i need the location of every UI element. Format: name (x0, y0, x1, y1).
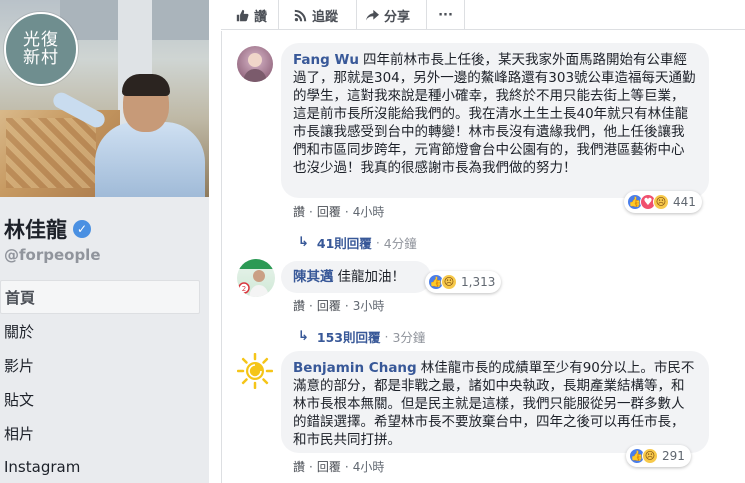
svg-text:2: 2 (242, 285, 246, 293)
view-replies-link[interactable]: ↳ 153則回覆 · 3分鐘 (298, 327, 425, 346)
replies-time: 3分鐘 (392, 330, 426, 345)
comment-time[interactable]: 4小時 (353, 460, 385, 474)
nav-home[interactable]: 首頁 (0, 280, 200, 314)
reaction-summary[interactable]: 👍 ☹ 1,313 (425, 271, 502, 293)
comment-reply-link[interactable]: 回覆 (317, 205, 341, 219)
comment-reply-link[interactable]: 回覆 (317, 299, 341, 313)
page-name-text[interactable]: 林佳龍 (4, 214, 67, 244)
replies-time: 4分鐘 (383, 236, 417, 251)
rss-icon (293, 8, 307, 22)
village-logo: 光復 新村 (4, 12, 78, 86)
comment-author[interactable]: 陳其邁 (293, 269, 334, 285)
like-page-label: 讚 (254, 9, 268, 25)
sad-reaction-icon: ☹ (653, 194, 669, 210)
nav-videos[interactable]: 影片 (0, 348, 200, 382)
nav-photos[interactable]: 相片 (0, 416, 200, 450)
share-arrow-icon (365, 8, 379, 22)
comment-time[interactable]: 4小時 (353, 205, 385, 219)
avatar[interactable] (237, 46, 273, 82)
comment-text: 四年前林市長上任後，某天我家外面馬路開始有公車經過了，那就是304，另外一邊的鰲… (293, 52, 696, 176)
page-sidebar: 光復 新村 林佳龍 ✓ @forpeople 首頁 關於 影片 貼文 相片 In… (0, 0, 209, 483)
nav-instagram[interactable]: Instagram (0, 450, 200, 483)
reply-arrow-icon: ↳ (298, 329, 309, 344)
share-label: 分享 (384, 9, 411, 25)
more-icon: ··· (438, 7, 453, 23)
comment-actions: 讚 · 回覆 · 4小時 (293, 460, 385, 474)
reaction-summary[interactable]: 👍 ♥ ☹ 441 (624, 191, 702, 213)
reaction-count: 1,313 (461, 275, 496, 289)
replies-count: 153則回覆 (316, 330, 381, 345)
comment-text: 佳龍加油！ (337, 269, 406, 285)
sad-reaction-icon: ☹ (441, 274, 457, 290)
thumb-up-icon (235, 8, 249, 22)
comments-section: Fang Wu 四年前林市長上任後，某天我家外面馬路開始有公車經過了，那就是304… (221, 31, 745, 483)
nav-about[interactable]: 關於 (0, 314, 200, 348)
comment-like-link[interactable]: 讚 (293, 299, 305, 313)
comment-author[interactable]: Benjamin Chang (293, 360, 417, 376)
comment-bubble: 陳其邁 佳龍加油！ (281, 261, 431, 293)
facebook-page: 光復 新村 林佳龍 ✓ @forpeople 首頁 關於 影片 貼文 相片 In… (0, 0, 745, 483)
comment-reply-link[interactable]: 回覆 (317, 460, 341, 474)
comment-actions: 讚 · 回覆 · 3小時 (293, 299, 385, 313)
comment-author[interactable]: Fang Wu (293, 52, 359, 68)
verified-badge-icon: ✓ (73, 220, 91, 238)
page-nav: 首頁 關於 影片 貼文 相片 Instagram (0, 280, 200, 483)
page-title[interactable]: 林佳龍 ✓ (4, 214, 91, 244)
reaction-summary[interactable]: 👍 ☹ 291 (626, 445, 691, 467)
reaction-count: 291 (662, 449, 685, 463)
user-avatar-icon: 2 (237, 259, 275, 297)
sad-reaction-icon: ☹ (642, 448, 658, 464)
replies-count: 41則回覆 (316, 236, 372, 251)
page-handle: @forpeople (4, 246, 101, 264)
comment-bubble: Fang Wu 四年前林市長上任後，某天我家外面馬路開始有公車經過了，那就是304… (281, 43, 709, 198)
follow-button[interactable]: 追蹤 (279, 0, 357, 30)
logo-text: 光復 新村 (23, 30, 59, 68)
view-replies-link[interactable]: ↳ 41則回覆 · 4分鐘 (298, 233, 417, 252)
reaction-count: 441 (673, 195, 696, 209)
comment-time[interactable]: 3小時 (353, 299, 385, 313)
avatar[interactable]: 2 (237, 259, 275, 297)
comment-like-link[interactable]: 讚 (293, 205, 305, 219)
nav-posts[interactable]: 貼文 (0, 382, 200, 416)
follow-label: 追蹤 (312, 9, 339, 25)
user-avatar-icon (243, 53, 267, 82)
sun-avatar-icon (237, 353, 273, 389)
person-photo (50, 70, 205, 197)
like-page-button[interactable]: 讚 (221, 0, 279, 30)
reply-arrow-icon: ↳ (298, 235, 309, 250)
comment-bubble: Benjamin Chang 林佳龍市長的成績單至少有90分以上。市民不滿意的部分… (281, 351, 709, 453)
comment-actions: 讚 · 回覆 · 4小時 (293, 205, 385, 219)
share-button[interactable]: 分享 (357, 0, 427, 30)
page-action-bar: 讚 追蹤 分享 ··· (221, 0, 745, 30)
more-options-button[interactable]: ··· (427, 0, 465, 30)
comment-like-link[interactable]: 讚 (293, 460, 305, 474)
profile-photo[interactable]: 光復 新村 (0, 0, 209, 197)
avatar[interactable] (237, 353, 273, 389)
